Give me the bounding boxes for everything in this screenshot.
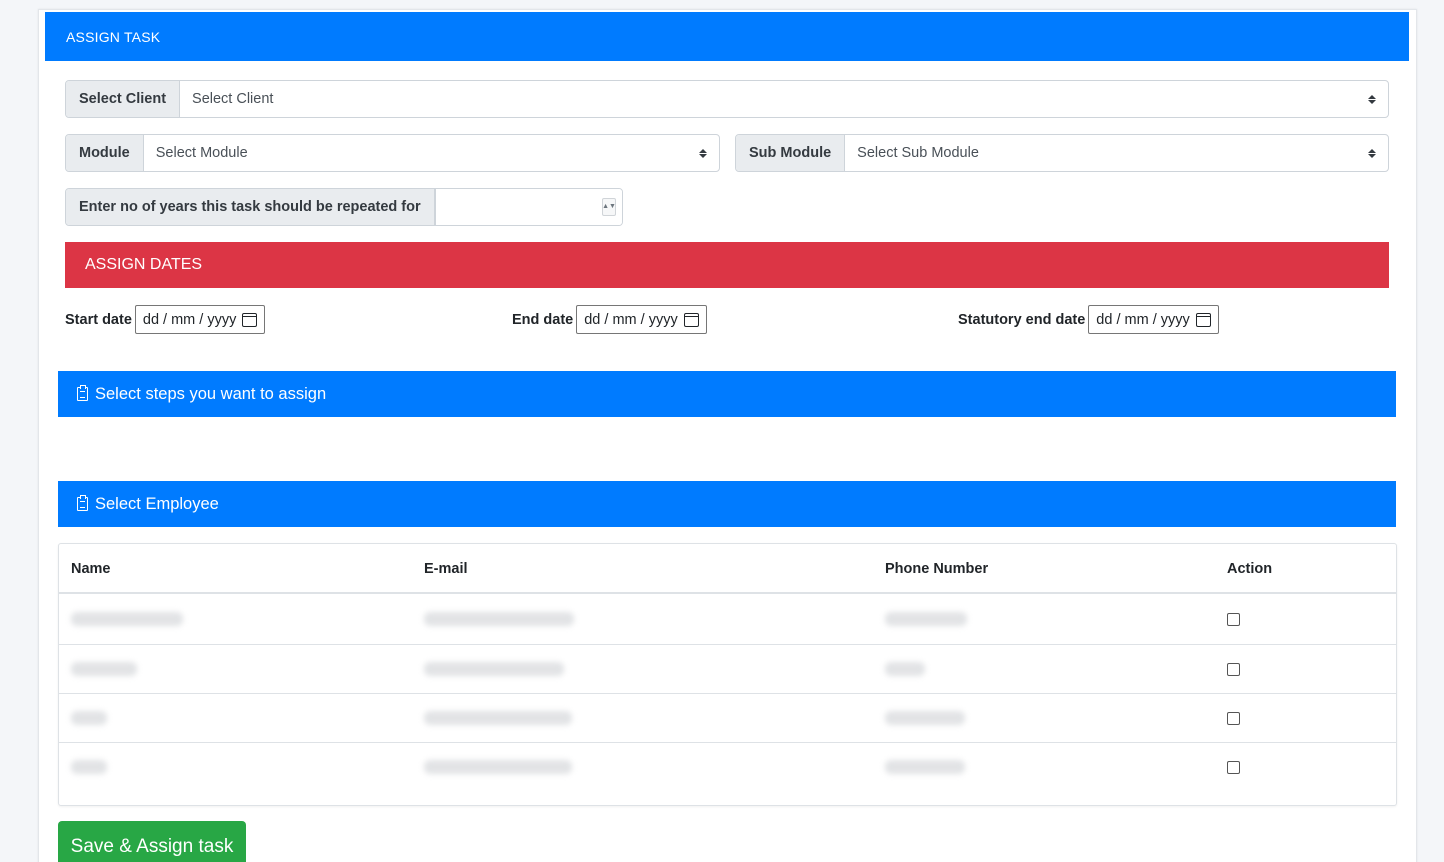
submodule-label: Sub Module [736,135,846,171]
select-arrows-icon [1368,94,1376,104]
statutory-date-group: Statutory end date dd / mm / yyyy [958,305,1219,334]
years-input-group: Enter no of years this task should be re… [65,188,623,226]
redacted-name [71,662,137,676]
table-row [59,595,1396,644]
calendar-icon[interactable] [683,312,699,327]
submodule-select-value: Select Sub Module [857,145,979,161]
statutory-date-input[interactable]: dd / mm / yyyy [1088,305,1219,334]
start-date-group: Start date dd / mm / yyyy [65,305,266,334]
redacted-email [424,711,572,725]
redacted-phone [885,711,965,725]
end-date-value: dd / mm / yyyy [584,311,678,328]
select-employee-checkbox[interactable] [1227,663,1240,676]
years-input[interactable]: ▲▼ [434,189,622,225]
select-employee-checkbox[interactable] [1227,613,1240,626]
assign-dates-title: ASSIGN DATES [85,256,203,273]
start-date-label: Start date [65,311,132,328]
employee-table: Name E-mail Phone Number Action [58,543,1397,806]
start-date-value: dd / mm / yyyy [142,311,237,328]
table-row [59,693,1396,742]
redacted-name [71,612,183,626]
table-header-row: Name E-mail Phone Number Action [59,544,1396,594]
select-employee-checkbox[interactable] [1227,712,1240,725]
module-select-group: Module Select Module [65,134,720,172]
employee-header: Select Employee [58,481,1396,527]
end-date-group: End date dd / mm / yyyy [512,305,707,334]
select-arrows-icon [699,148,707,158]
card-title: ASSIGN TASK [66,28,161,45]
start-date-input[interactable]: dd / mm / yyyy [134,305,266,334]
end-date-input[interactable]: dd / mm / yyyy [576,305,707,334]
steps-header: Select steps you want to assign [58,371,1396,417]
redacted-email [424,612,574,626]
redacted-phone [885,760,965,774]
module-select[interactable]: Select Module [144,135,719,171]
end-date-label: End date [512,311,574,328]
steps-title: Select steps you want to assign [95,384,327,403]
assign-dates-header: ASSIGN DATES [65,242,1389,288]
submodule-select[interactable]: Select Sub Module [845,135,1388,171]
redacted-name [71,711,107,725]
client-select-value: Select Client [192,91,274,107]
table-row [59,644,1396,693]
client-select[interactable]: Select Client [180,81,1388,117]
client-select-group: Select Client Select Client [65,80,1389,118]
submodule-select-group: Sub Module Select Sub Module [735,134,1389,172]
employee-title: Select Employee [95,494,219,513]
redacted-name [71,760,107,774]
assign-task-card: ASSIGN TASK Select Client Select Client … [38,9,1417,862]
statutory-date-label: Statutory end date [958,311,1086,328]
card-header: ASSIGN TASK [45,12,1409,61]
calendar-icon[interactable] [242,312,258,327]
number-spinner-icon[interactable]: ▲▼ [602,198,616,216]
column-header-action: Action [1227,561,1273,577]
select-arrows-icon [1368,148,1376,158]
redacted-email [424,760,572,774]
client-label: Select Client [66,81,181,117]
module-select-value: Select Module [155,145,248,161]
calendar-icon[interactable] [1195,312,1211,327]
save-assign-task-button[interactable]: Save & Assign task [58,821,246,862]
years-label: Enter no of years this task should be re… [66,189,435,225]
module-label: Module [66,135,144,171]
clipboard-icon [77,385,88,401]
redacted-phone [885,612,967,626]
redacted-phone [885,662,925,676]
redacted-email [424,662,564,676]
column-header-name: Name [71,561,111,577]
statutory-date-value: dd / mm / yyyy [1096,311,1190,328]
select-employee-checkbox[interactable] [1227,761,1240,774]
column-header-phone: Phone Number [885,561,989,577]
table-row [59,742,1396,791]
column-header-email: E-mail [424,561,468,577]
clipboard-icon [77,495,88,511]
